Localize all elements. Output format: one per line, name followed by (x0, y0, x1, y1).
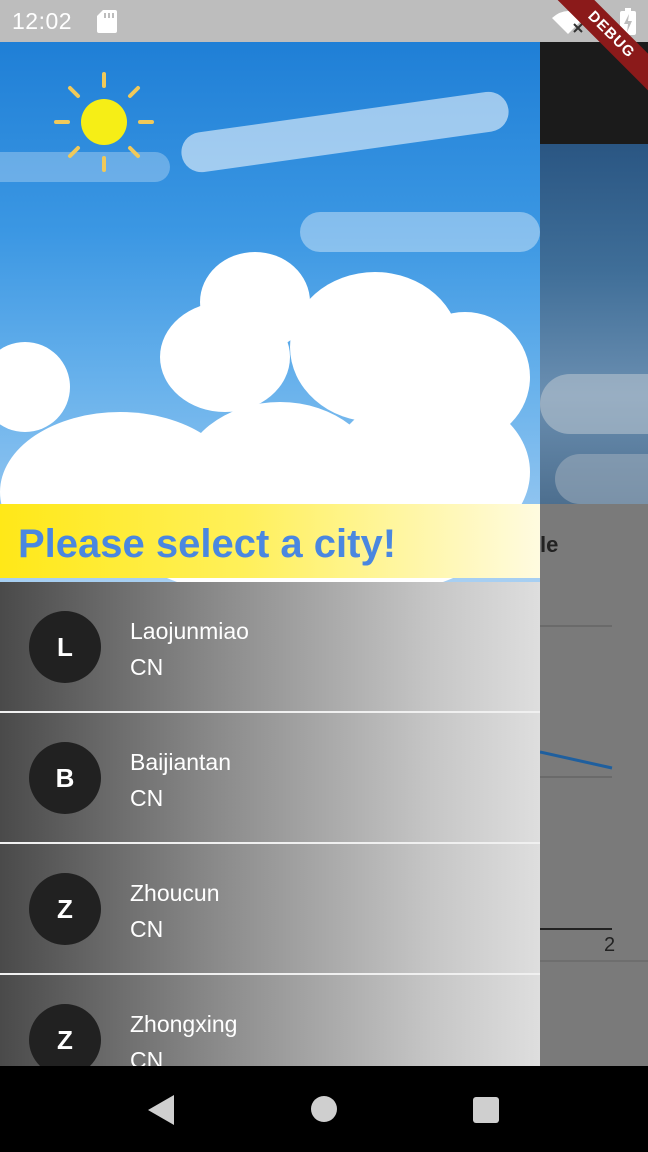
city-list-item[interactable]: B Baijiantan CN (0, 713, 540, 844)
city-avatar: L (29, 611, 101, 683)
home-icon[interactable] (311, 1096, 337, 1122)
status-bar: 12:02 (0, 0, 648, 42)
select-city-banner: Please select a city! (0, 504, 540, 578)
back-icon[interactable] (146, 1094, 176, 1126)
background-divider (540, 776, 612, 778)
city-avatar: Z (29, 873, 101, 945)
city-name: Zhongxing (130, 1011, 238, 1037)
navigation-bar (0, 1066, 648, 1152)
city-name: Zhoucun (130, 880, 220, 906)
city-list-item[interactable]: Z Zhongxing CN (0, 975, 540, 1066)
city-country: CN (130, 1047, 164, 1066)
city-country: CN (130, 654, 164, 680)
city-avatar: Z (29, 1004, 101, 1066)
city-country: CN (130, 916, 164, 942)
city-avatar: B (29, 742, 101, 814)
navigation-drawer: Please select a city! L Laojunmiao CN B … (0, 42, 540, 1066)
city-list-item[interactable]: Z Zhoucun CN (0, 844, 540, 975)
background-chart-axis (540, 928, 612, 930)
sd-card-icon (97, 10, 117, 33)
recents-icon[interactable] (473, 1097, 499, 1123)
sun-icon (54, 72, 154, 172)
background-chart-line (540, 750, 613, 770)
select-city-prompt: Please select a city! (18, 522, 397, 566)
status-time: 12:02 (12, 8, 73, 34)
background-title-fragment: le (540, 532, 559, 557)
city-list-item[interactable]: L Laojunmiao CN (0, 582, 540, 713)
city-list: L Laojunmiao CN B Baijiantan CN Z Zhoucu… (0, 582, 540, 1066)
background-axis-tick-label: 2 (604, 934, 616, 956)
city-name: Laojunmiao (130, 618, 249, 644)
city-country: CN (130, 785, 164, 811)
background-divider (540, 960, 648, 962)
drawer-header-image (0, 42, 540, 582)
background-divider (540, 625, 612, 627)
city-name: Baijiantan (130, 749, 232, 775)
